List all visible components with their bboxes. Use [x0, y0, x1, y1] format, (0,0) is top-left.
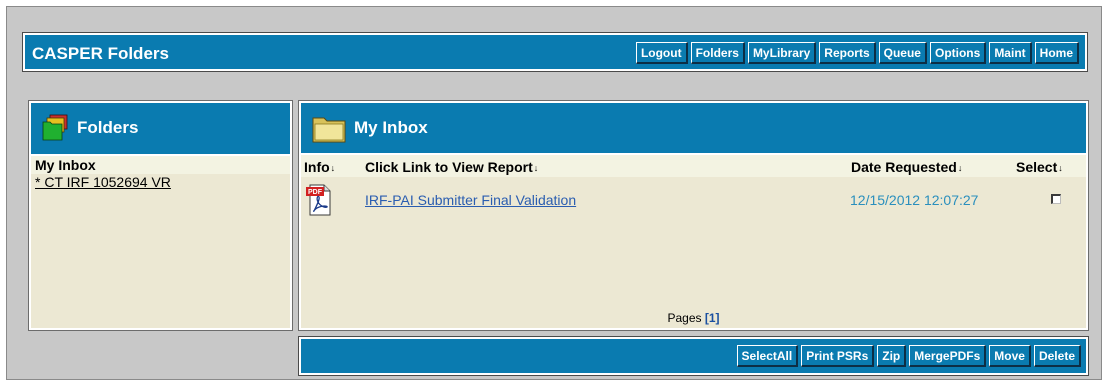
- folders-panel-header: Folders: [31, 103, 290, 156]
- options-button[interactable]: Options: [929, 42, 987, 64]
- folder-item-label: * CT IRF 1052694 VR: [35, 174, 171, 190]
- folders-button[interactable]: Folders: [690, 42, 745, 64]
- action-buttons: SelectAll Print PSRs Zip MergePDFs Move …: [736, 345, 1081, 367]
- pdf-icon[interactable]: PDF: [305, 183, 333, 217]
- select-all-button[interactable]: SelectAll: [736, 345, 799, 367]
- info-column-header[interactable]: Info↓: [304, 159, 335, 175]
- svg-text:PDF: PDF: [308, 189, 323, 196]
- maint-button[interactable]: Maint: [989, 42, 1032, 64]
- page-link-1[interactable]: [1]: [705, 311, 720, 325]
- inbox-column-header-row: Info↓ Click Link to View Report↓ Date Re…: [301, 155, 1086, 177]
- print-psrs-button[interactable]: Print PSRs: [801, 345, 875, 367]
- inbox-title: My Inbox: [354, 118, 428, 137]
- folder-item-ct-irf[interactable]: * CT IRF 1052694 VR: [31, 174, 290, 192]
- sort-arrow-icon: ↓: [1058, 163, 1063, 174]
- zip-button[interactable]: Zip: [877, 345, 907, 367]
- pagination: Pages [1]: [301, 311, 1086, 325]
- date-column-header[interactable]: Date Requested↓: [851, 159, 962, 175]
- inbox-panel: My Inbox Info↓ Click Link to View Report…: [299, 101, 1088, 330]
- select-column-header[interactable]: Select↓: [1016, 159, 1063, 175]
- mylibrary-button[interactable]: MyLibrary: [747, 42, 817, 64]
- sort-arrow-icon: ↓: [330, 163, 336, 174]
- folders-panel: Folders My Inbox * CT IRF 1052694 VR: [29, 101, 292, 330]
- folders-panel-title: Folders: [77, 118, 139, 137]
- table-row: PDF IRF-PAI Submitter Final Validation 1…: [301, 179, 1086, 223]
- folder-item-label: My Inbox: [35, 157, 96, 173]
- app-title: CASPER Folders: [32, 44, 169, 63]
- reports-button[interactable]: Reports: [819, 42, 876, 64]
- delete-button[interactable]: Delete: [1033, 345, 1081, 367]
- action-bar: SelectAll Print PSRs Zip MergePDFs Move …: [299, 337, 1088, 375]
- home-button[interactable]: Home: [1034, 42, 1079, 64]
- select-checkbox[interactable]: [1051, 194, 1061, 204]
- folder-open-icon: [311, 112, 347, 144]
- inbox-panel-header: My Inbox: [301, 103, 1086, 155]
- main-nav: Logout Folders MyLibrary Reports Queue O…: [635, 42, 1079, 64]
- folders-tree-icon: [41, 113, 69, 143]
- report-link[interactable]: IRF-PAI Submitter Final Validation: [365, 192, 576, 208]
- header-bar: CASPER Folders Logout Folders MyLibrary …: [23, 33, 1087, 71]
- sort-arrow-icon: ↓: [957, 163, 963, 174]
- logout-button[interactable]: Logout: [635, 42, 688, 64]
- pages-label: Pages: [667, 311, 702, 325]
- folder-item-my-inbox[interactable]: My Inbox: [31, 156, 290, 174]
- report-column-header[interactable]: Click Link to View Report↓: [365, 159, 538, 175]
- move-button[interactable]: Move: [989, 345, 1031, 367]
- date-requested: 12/15/2012 12:07:27: [850, 192, 979, 208]
- queue-button[interactable]: Queue: [878, 42, 927, 64]
- merge-pdfs-button[interactable]: MergePDFs: [909, 345, 987, 367]
- casper-window: CASPER Folders Logout Folders MyLibrary …: [6, 6, 1102, 380]
- sort-arrow-icon: ↓: [533, 163, 539, 174]
